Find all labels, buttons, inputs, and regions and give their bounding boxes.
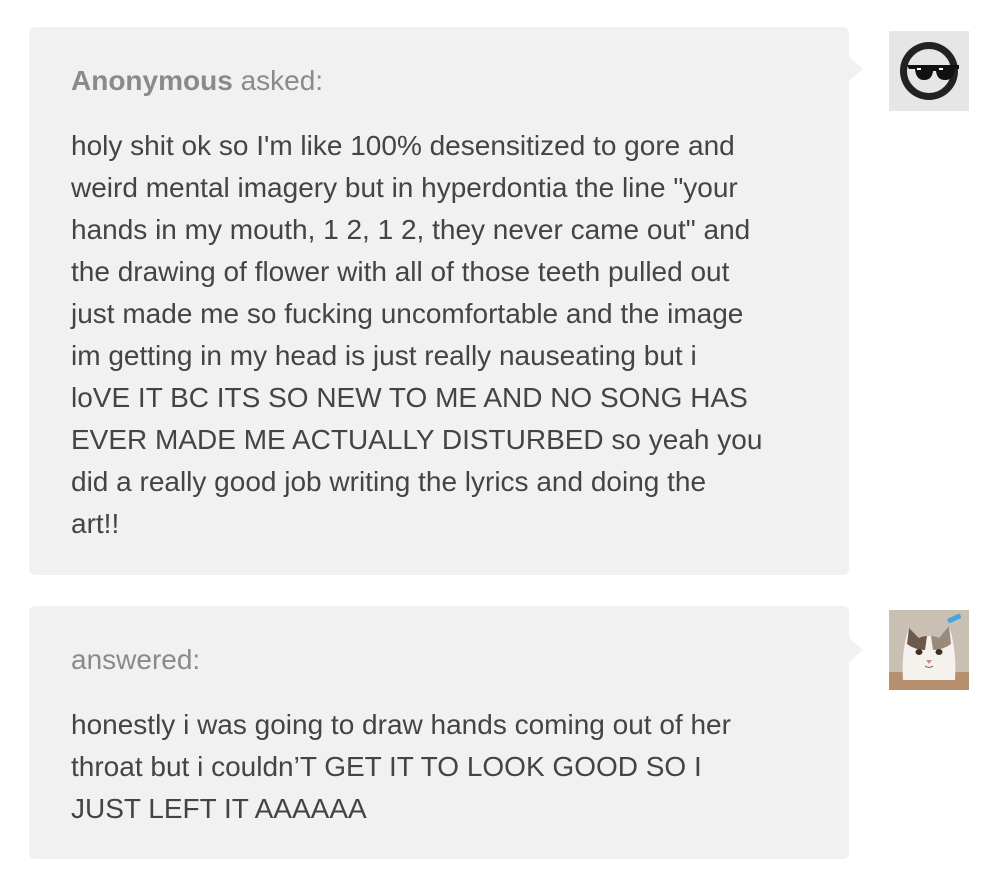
question-line: the drawing of flower with all of those …	[71, 256, 730, 287]
answer-line: throat but i couldn’T GET IT TO LOOK GOO…	[71, 751, 702, 782]
question-line: just made me so fucking uncomfortable an…	[71, 298, 744, 329]
asker-name[interactable]: Anonymous	[71, 65, 233, 96]
question-line: weird mental imagery but in hyperdontia …	[71, 172, 738, 203]
asked-label: asked:	[240, 65, 324, 96]
answer-text: honestly i was going to draw hands comin…	[71, 704, 807, 830]
asker-avatar[interactable]	[889, 31, 969, 111]
question-line: im getting in my head is just really nau…	[71, 340, 697, 371]
question-line: EVER MADE ME ACTUALLY DISTURBED so yeah …	[71, 424, 763, 455]
question-line: loVE IT BC ITS SO NEW TO ME AND NO SONG …	[71, 382, 748, 413]
answer-heading: answered:	[71, 644, 201, 675]
question-line: hands in my mouth, 1 2, 1 2, they never …	[71, 214, 751, 245]
ask-bubble: Anonymous asked: holy shit ok so I'm lik…	[29, 27, 863, 575]
question-line: art!!	[71, 508, 120, 539]
question-line: holy shit ok so I'm like 100% desensitiz…	[71, 130, 735, 161]
answer-line: JUST LEFT IT AAAAAA	[71, 793, 367, 824]
question-text: holy shit ok so I'm like 100% desensitiz…	[71, 125, 807, 545]
ask-heading: Anonymous asked:	[71, 27, 807, 101]
sunglasses-face-icon	[900, 42, 959, 100]
question-line: did a really good job writing the lyrics…	[71, 466, 707, 497]
cat-photo-icon	[889, 610, 969, 690]
answer-line: honestly i was going to draw hands comin…	[71, 709, 731, 740]
answer-bubble: answered: honestly i was going to draw h…	[29, 606, 863, 859]
answerer-avatar[interactable]	[889, 610, 969, 690]
